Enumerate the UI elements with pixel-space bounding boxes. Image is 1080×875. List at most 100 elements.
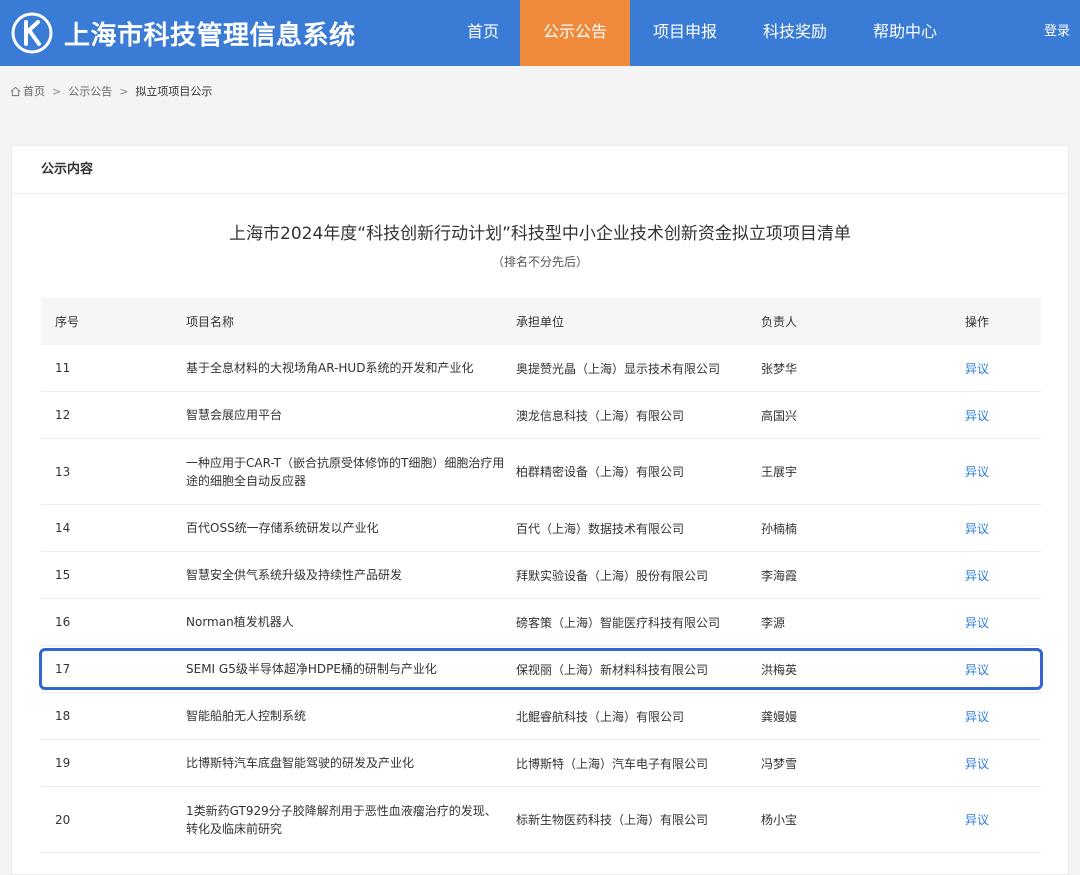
project-table: 序号 项目名称 承担单位 负责人 操作 11 基于全息材料的大视场角AR-HUD系… — [39, 298, 1043, 853]
project-lead: 张梦华 — [761, 361, 798, 376]
action-cell: 异议 — [956, 755, 1041, 772]
project-name: SEMI G5级半导体超净HDPE桶的研制与产业化 — [186, 662, 437, 676]
organization: 百代（上海）数据技术有限公司 — [516, 521, 685, 536]
logo-k-icon — [11, 12, 53, 54]
top-navigation-bar: 上海市科技管理信息系统 首页 公示公告 项目申报 科技奖励 帮助中心 登录 — [0, 0, 1080, 66]
table-row: 15 智慧安全供气系统升级及持续性产品研发 拜默实验设备（上海）股份有限公司 李海霞 异… — [41, 552, 1041, 599]
action-cell: 异议 — [956, 407, 1041, 424]
row-number: 17 — [55, 662, 71, 676]
site-logo[interactable]: 上海市科技管理信息系统 — [10, 10, 356, 56]
objection-link[interactable]: 异议 — [965, 522, 989, 536]
project-name: 一种应用于CAR-T（嵌合抗原受体修饰的T细胞）细胞治疗用途的细胞全自动反应器 — [186, 455, 505, 488]
project-name: 百代OSS统一存储系统研发以产业化 — [186, 521, 379, 535]
table-row: 12 智慧会展应用平台 澳龙信息科技（上海）有限公司 高国兴 异议 — [41, 392, 1041, 439]
breadcrumb-separator: > — [119, 84, 129, 98]
organization: 拜默实验设备（上海）股份有限公司 — [516, 568, 709, 583]
site-title: 上海市科技管理信息系统 — [64, 20, 356, 51]
row-number: 12 — [55, 408, 71, 422]
project-name: 智慧安全供气系统升级及持续性产品研发 — [186, 568, 403, 582]
organization: 澳龙信息科技（上海）有限公司 — [516, 408, 685, 423]
breadcrumb-announcements[interactable]: 公示公告 — [68, 83, 112, 99]
project-lead: 李海霞 — [761, 568, 798, 583]
home-icon — [10, 86, 21, 96]
organization: 标新生物医药科技（上海）有限公司 — [516, 813, 709, 827]
breadcrumb-home[interactable]: 首页 — [23, 83, 45, 99]
row-number: 19 — [55, 756, 71, 770]
column-header-org: 承担单位 — [516, 315, 565, 329]
action-cell: 异议 — [956, 614, 1041, 631]
column-header-no: 序号 — [55, 315, 80, 329]
objection-link[interactable]: 异议 — [965, 663, 989, 677]
organization: 奥提赞光晶（上海）显示技术有限公司 — [516, 361, 721, 376]
main-nav: 首页 公示公告 项目申报 科技奖励 帮助中心 — [446, 0, 960, 66]
login-link[interactable]: 登录 — [1044, 0, 1070, 66]
project-lead: 高国兴 — [761, 408, 798, 423]
objection-link[interactable]: 异议 — [965, 569, 989, 583]
breadcrumb: 首页 > 公示公告 > 拟立项项目公示 — [0, 66, 1080, 116]
project-name: 基于全息材料的大视场角AR-HUD系统的开发和产业化 — [186, 361, 474, 375]
table-row: 16 Norman植发机器人 磅客策（上海）智能医疗科技有限公司 李源 异议 — [41, 599, 1041, 646]
project-lead: 孙楠楠 — [761, 521, 798, 536]
action-cell: 异议 — [956, 360, 1041, 377]
table-row: 17 SEMI G5级半导体超净HDPE桶的研制与产业化 保视丽（上海）新材料科技有… — [39, 646, 1043, 693]
table-row: 11 基于全息材料的大视场角AR-HUD系统的开发和产业化 奥提赞光晶（上海）显示技… — [41, 345, 1041, 392]
objection-link[interactable]: 异议 — [965, 757, 989, 771]
table-row: 14 百代OSS统一存储系统研发以产业化 百代（上海）数据技术有限公司 孙楠楠 异议 — [41, 505, 1041, 552]
objection-link[interactable]: 异议 — [965, 362, 989, 376]
table-row: 18 智能船舶无人控制系统 北鲲睿航科技（上海）有限公司 龚嫚嫚 异议 — [41, 693, 1041, 740]
project-name: 1类新药GT929分子胶降解剂用于恶性血液瘤治疗的发现、转化及临床前研究 — [186, 803, 497, 836]
project-lead: 龚嫚嫚 — [761, 709, 798, 724]
organization: 北鲲睿航科技（上海）有限公司 — [516, 709, 685, 724]
column-header-action: 操作 — [965, 315, 990, 329]
table-header: 序号 项目名称 承担单位 负责人 操作 — [41, 298, 1041, 345]
table-row: 19 比博斯特汽车底盘智能驾驶的研发及产业化 比博斯特（上海）汽车电子有限公司 冯梦雪… — [41, 740, 1041, 787]
project-lead: 李源 — [761, 615, 786, 630]
row-number: 16 — [55, 615, 71, 629]
document-subtitle: （排名不分先后） — [491, 255, 588, 269]
organization: 柏群精密设备（上海）有限公司 — [516, 465, 685, 479]
action-cell: 异议 — [956, 661, 1041, 678]
card-heading: 公示内容 — [12, 146, 1068, 194]
project-lead: 王展宇 — [761, 465, 798, 479]
table-row: 13 一种应用于CAR-T（嵌合抗原受体修饰的T细胞）细胞治疗用途的细胞全自动反应… — [41, 439, 1041, 505]
table-row: 20 1类新药GT929分子胶降解剂用于恶性血液瘤治疗的发现、转化及临床前研究 标新… — [41, 787, 1041, 853]
row-number: 20 — [55, 812, 71, 827]
project-name: 比博斯特汽车底盘智能驾驶的研发及产业化 — [186, 756, 415, 770]
objection-link[interactable]: 异议 — [965, 465, 989, 479]
nav-item-project-application[interactable]: 项目申报 — [630, 0, 740, 66]
row-number: 18 — [55, 709, 71, 723]
table-body: 11 基于全息材料的大视场角AR-HUD系统的开发和产业化 奥提赞光晶（上海）显示技… — [39, 345, 1043, 853]
project-lead: 冯梦雪 — [761, 756, 798, 771]
action-cell: 异议 — [956, 463, 1041, 480]
row-number: 11 — [55, 361, 71, 375]
nav-item-home[interactable]: 首页 — [446, 0, 520, 66]
row-number: 15 — [55, 568, 71, 582]
column-header-lead: 负责人 — [761, 315, 798, 329]
document-title: 上海市2024年度“科技创新行动计划”科技型中小企业技术创新资金拟立项项目清单 — [229, 224, 851, 244]
row-number: 14 — [55, 521, 71, 535]
action-cell: 异议 — [956, 811, 1041, 828]
nav-item-awards[interactable]: 科技奖励 — [740, 0, 850, 66]
project-name: 智慧会展应用平台 — [186, 408, 283, 422]
project-lead: 洪梅英 — [761, 662, 798, 677]
project-name: 智能船舶无人控制系统 — [186, 709, 307, 723]
objection-link[interactable]: 异议 — [965, 616, 989, 630]
organization: 保视丽（上海）新材料科技有限公司 — [516, 662, 709, 677]
objection-link[interactable]: 异议 — [965, 813, 989, 827]
breadcrumb-separator: > — [52, 84, 62, 98]
objection-link[interactable]: 异议 — [965, 409, 989, 423]
nav-item-help-center[interactable]: 帮助中心 — [850, 0, 960, 66]
action-cell: 异议 — [956, 708, 1041, 725]
project-name: Norman植发机器人 — [186, 615, 294, 629]
column-header-name: 项目名称 — [186, 314, 235, 329]
row-number: 13 — [55, 464, 71, 479]
project-lead: 杨小宝 — [761, 813, 798, 827]
organization: 磅客策（上海）智能医疗科技有限公司 — [516, 615, 721, 630]
action-cell: 异议 — [956, 520, 1041, 537]
action-cell: 异议 — [956, 567, 1041, 584]
nav-item-announcements[interactable]: 公示公告 — [520, 0, 630, 66]
breadcrumb-current: 拟立项项目公示 — [135, 85, 213, 98]
objection-link[interactable]: 异议 — [965, 710, 989, 724]
organization: 比博斯特（上海）汽车电子有限公司 — [516, 756, 709, 771]
announcement-card: 公示内容 上海市2024年度“科技创新行动计划”科技型中小企业技术创新资金拟立项… — [11, 145, 1069, 875]
